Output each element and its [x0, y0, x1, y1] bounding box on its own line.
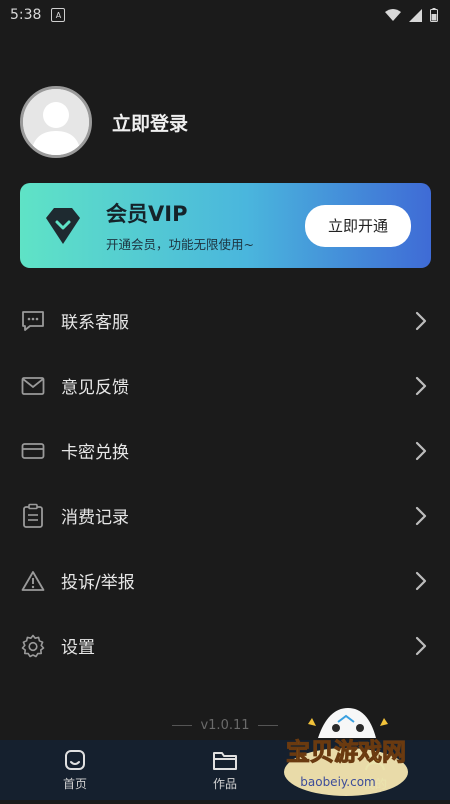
home-icon — [65, 750, 85, 770]
menu-item-purchase-history[interactable]: 消费记录 — [0, 483, 450, 548]
nav-label: 首页 — [62, 777, 87, 791]
nav-label: 作品 — [212, 777, 237, 791]
menu-item-label: 联系客服 — [61, 313, 129, 333]
menu-item-customer-service[interactable]: 联系客服 — [0, 288, 450, 353]
menu-item-report[interactable]: 投诉/举报 — [0, 548, 450, 613]
chat-icon — [20, 308, 46, 334]
chevron-right-icon — [415, 506, 427, 525]
signal-icon — [409, 8, 422, 22]
menu-item-label: 投诉/举报 — [61, 573, 135, 593]
mail-icon — [20, 373, 46, 399]
chevron-right-icon — [415, 636, 427, 655]
gear-icon — [20, 633, 46, 659]
chevron-right-icon — [415, 441, 427, 460]
notification-icon: A — [51, 8, 66, 22]
activate-vip-button[interactable]: 立即开通 — [305, 204, 411, 247]
watermark-domain: baobeiy.com — [300, 775, 375, 789]
nav-tab-home[interactable]: 首页 — [0, 740, 150, 800]
watermark-brand: 宝贝游戏网 — [286, 738, 406, 766]
status-bar: 5:38 A — [0, 0, 450, 30]
settings-menu: 联系客服 意见反馈 卡密兑换 消费记录 投诉/举报 设置 — [0, 288, 450, 678]
avatar[interactable] — [20, 86, 92, 158]
chevron-right-icon — [415, 571, 427, 590]
version-text: v1.0.11 — [200, 718, 250, 733]
warning-icon — [20, 568, 46, 594]
divider — [172, 725, 193, 726]
diamond-icon — [46, 207, 80, 244]
folder-icon — [213, 752, 237, 770]
menu-item-settings[interactable]: 设置 — [0, 613, 450, 678]
vip-subtitle: 开通会员，功能无限使用~ — [106, 237, 254, 252]
menu-item-card-redeem[interactable]: 卡密兑换 — [0, 418, 450, 483]
menu-item-label: 意见反馈 — [61, 378, 129, 398]
profile-section[interactable]: 立即登录 — [20, 86, 188, 158]
clipboard-icon — [20, 503, 46, 529]
chevron-right-icon — [415, 311, 427, 330]
menu-item-label: 设置 — [61, 638, 95, 658]
status-time: 5:38 — [10, 7, 42, 23]
login-link[interactable]: 立即登录 — [112, 109, 188, 136]
menu-item-feedback[interactable]: 意见反馈 — [0, 353, 450, 418]
card-icon — [20, 438, 46, 464]
chevron-right-icon — [415, 376, 427, 395]
menu-item-label: 卡密兑换 — [61, 443, 129, 463]
wifi-icon — [385, 8, 401, 21]
vip-banner[interactable]: 会员VIP 开通会员，功能无限使用~ 立即开通 — [20, 183, 431, 268]
menu-item-label: 消费记录 — [61, 508, 129, 528]
watermark-logo: 宝贝游戏网 baobeiy.com — [268, 700, 428, 800]
battery-icon — [430, 8, 438, 22]
vip-title: 会员VIP — [106, 202, 188, 226]
